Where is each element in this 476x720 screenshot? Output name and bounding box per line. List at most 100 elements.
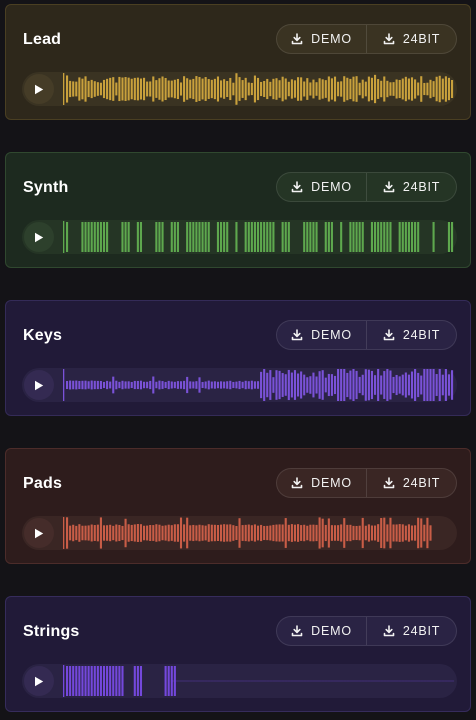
waveform-bar xyxy=(293,524,297,542)
waveform-bar xyxy=(303,222,306,252)
waveform-bar xyxy=(226,381,229,389)
waveform-bar xyxy=(269,81,272,97)
waveform-bar xyxy=(213,524,216,542)
waveform-bar xyxy=(69,380,72,390)
waveform-bar xyxy=(247,222,250,252)
waveform-bar xyxy=(220,524,223,542)
waveform-bar xyxy=(324,222,327,252)
download-24bit-button[interactable]: 24BIT xyxy=(366,25,456,53)
play-button[interactable] xyxy=(24,518,54,548)
waveform-bar xyxy=(155,222,158,252)
track-title: Synth xyxy=(23,179,69,196)
waveform-bar xyxy=(287,369,290,401)
waveform-bar xyxy=(309,524,312,542)
playhead[interactable] xyxy=(63,517,65,549)
play-icon xyxy=(34,380,44,391)
waveform-bar xyxy=(133,77,136,101)
waveform-bar xyxy=(102,381,106,389)
waveform-bar xyxy=(149,380,152,390)
play-icon xyxy=(34,528,44,539)
waveform-bar xyxy=(398,222,401,252)
waveform[interactable] xyxy=(62,72,457,106)
waveform-bar xyxy=(441,374,444,396)
waveform-bar xyxy=(192,524,195,542)
play-button[interactable] xyxy=(24,666,54,696)
download-icon xyxy=(291,477,303,489)
waveform-bar xyxy=(155,524,158,542)
waveform-bar xyxy=(386,222,389,252)
download-24bit-button[interactable]: 24BIT xyxy=(366,321,456,349)
play-button[interactable] xyxy=(24,222,54,252)
waveform-bar xyxy=(124,518,127,548)
waveform-bar xyxy=(124,381,127,389)
waveform-bar xyxy=(173,222,176,252)
download-demo-button[interactable]: DEMO xyxy=(277,173,366,201)
waveform[interactable] xyxy=(62,368,457,402)
waveform-bar xyxy=(447,222,451,252)
waveform-bar xyxy=(337,525,340,541)
waveform-bar xyxy=(306,78,309,100)
waveform-bar xyxy=(438,369,441,401)
waveform-bar xyxy=(377,524,380,542)
waveform[interactable] xyxy=(62,516,457,550)
waveform-bar xyxy=(250,222,253,252)
waveform-bar xyxy=(195,222,198,252)
waveform-bar xyxy=(207,524,210,542)
download-demo-button[interactable]: DEMO xyxy=(277,469,366,497)
waveform-bar xyxy=(374,525,377,541)
waveform-bar xyxy=(300,371,303,399)
waveform-bar xyxy=(370,525,374,541)
track-card-lead: Lead DEMO 24BIT xyxy=(5,4,471,120)
waveform-bar xyxy=(90,79,93,99)
waveform-bar xyxy=(441,78,444,100)
playhead[interactable] xyxy=(63,73,65,105)
download-24bit-button[interactable]: 24BIT xyxy=(366,617,456,645)
waveform-bar xyxy=(220,381,223,389)
playhead[interactable] xyxy=(63,369,65,401)
play-icon xyxy=(34,84,44,95)
waveform-bar xyxy=(355,525,358,541)
playhead[interactable] xyxy=(63,665,65,697)
waveform-bar xyxy=(275,524,278,542)
waveform[interactable] xyxy=(62,664,457,698)
play-button[interactable] xyxy=(24,74,54,104)
waveform-bar xyxy=(204,381,207,389)
waveform-bar xyxy=(99,222,102,252)
waveform-bar xyxy=(300,525,303,541)
download-demo-button[interactable]: DEMO xyxy=(277,617,366,645)
download-24bit-button[interactable]: 24BIT xyxy=(366,469,456,497)
waveform[interactable] xyxy=(62,220,457,254)
waveform-bar xyxy=(297,77,300,101)
download-demo-button[interactable]: DEMO xyxy=(277,321,366,349)
download-button-group: DEMO 24BIT xyxy=(276,172,457,202)
waveform-bar xyxy=(179,517,183,549)
waveform-bar xyxy=(392,376,395,394)
waveform-bar xyxy=(226,524,229,542)
waveform-bar xyxy=(238,518,241,548)
waveform-bar xyxy=(124,222,127,252)
waveform-bar xyxy=(72,81,75,97)
waveform-bar xyxy=(404,222,407,252)
waveform-bar xyxy=(404,76,407,102)
waveform-bar xyxy=(81,78,84,100)
download-demo-button[interactable]: DEMO xyxy=(277,25,366,53)
waveform-bar xyxy=(410,222,414,252)
playhead[interactable] xyxy=(63,221,65,253)
waveform-bar xyxy=(118,76,121,102)
waveform-bar xyxy=(401,374,404,396)
waveform-bar xyxy=(417,222,420,252)
play-button[interactable] xyxy=(24,370,54,400)
waveform-bar xyxy=(349,524,352,542)
waveform-bar xyxy=(414,525,417,541)
waveform-bar xyxy=(256,525,260,541)
download-24bit-button[interactable]: 24BIT xyxy=(366,173,456,201)
waveform-bar xyxy=(232,82,235,96)
waveform-bar xyxy=(321,370,324,400)
waveform-bar xyxy=(414,369,417,401)
waveform-bar xyxy=(420,518,423,548)
waveform-bar xyxy=(306,525,309,541)
waveform-bar xyxy=(161,525,164,541)
waveform-bar xyxy=(189,222,192,252)
waveform-bar xyxy=(423,82,426,96)
waveform-bar xyxy=(266,222,269,252)
